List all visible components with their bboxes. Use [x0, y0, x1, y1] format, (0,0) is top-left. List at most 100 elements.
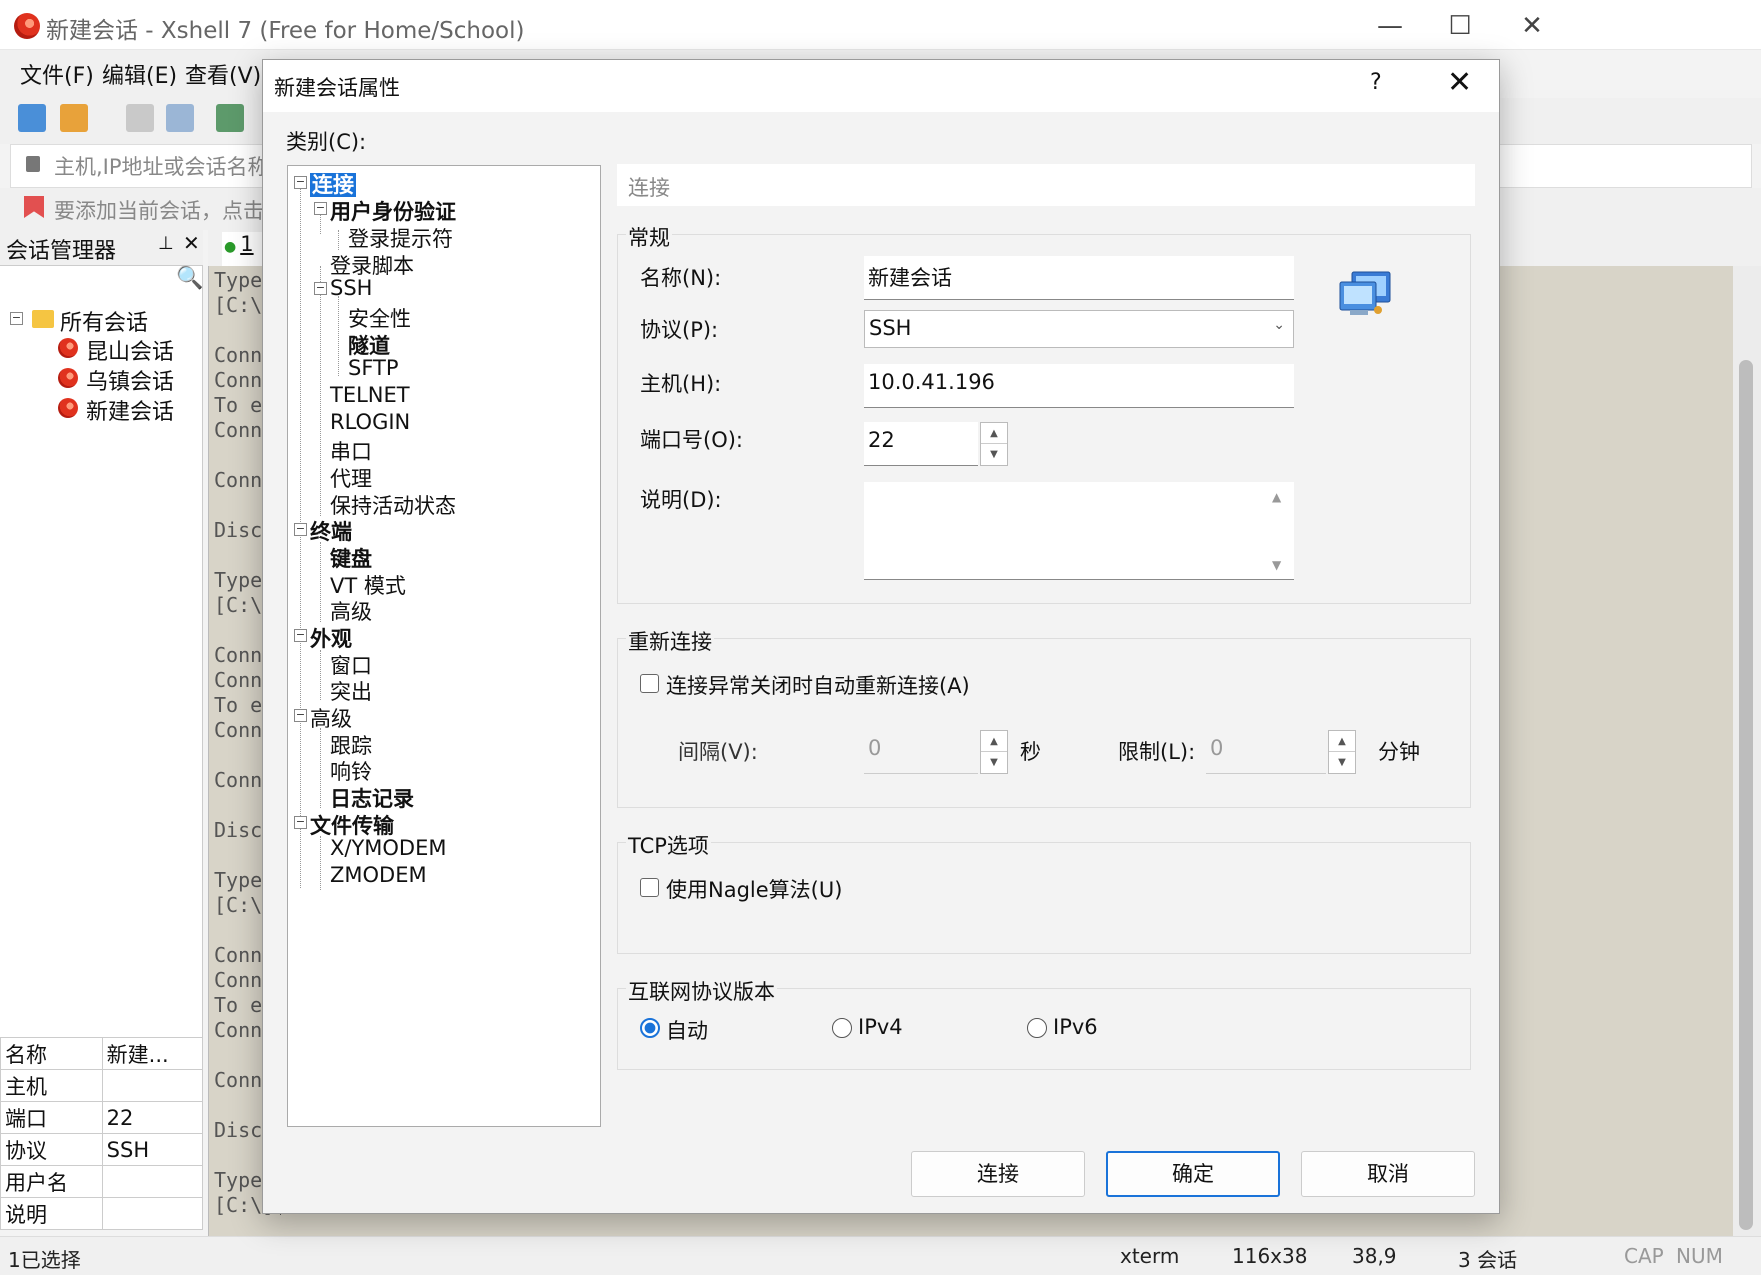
properties-icon[interactable] — [216, 104, 244, 132]
prop-value: SSH — [101, 1133, 204, 1166]
cat-auth[interactable]: 用户身份验证 — [330, 196, 456, 226]
cat-proxy[interactable]: 代理 — [330, 463, 372, 493]
maximize-button[interactable]: ☐ — [1422, 6, 1498, 46]
spin-up-icon[interactable]: ▲ — [981, 423, 1007, 444]
status-cursor: 38,9 — [1352, 1244, 1397, 1268]
port-input[interactable]: 22 — [864, 422, 978, 466]
cat-connection[interactable]: 连接 — [310, 169, 356, 199]
ipv4-radio[interactable] — [832, 1018, 852, 1038]
auto-reconnect-label[interactable]: 连接异常关闭时自动重新连接(A) — [666, 670, 970, 700]
cat-logging[interactable]: 日志记录 — [330, 783, 414, 813]
interval-input[interactable]: 0 — [864, 730, 978, 774]
minimize-button[interactable]: — — [1352, 6, 1428, 46]
spin-down-icon[interactable]: ▼ — [981, 752, 1007, 773]
protocol-select[interactable]: SSH ⌄ — [864, 310, 1294, 348]
cat-telnet[interactable]: TELNET — [330, 383, 410, 407]
ipv4-label[interactable]: IPv4 — [858, 1015, 903, 1039]
port-label: 端口号(O): — [640, 428, 743, 452]
dialog-close-button[interactable]: ✕ — [1447, 65, 1472, 100]
cat-zmodem[interactable]: ZMODEM — [330, 863, 427, 887]
tree-collapse-toggle[interactable]: − — [294, 523, 307, 536]
status-num: NUM — [1676, 1244, 1723, 1268]
spin-down-icon[interactable]: ▼ — [981, 444, 1007, 465]
session-icon — [58, 338, 78, 358]
prop-key: 名称 — [0, 1037, 103, 1070]
scrollbar-thumb[interactable] — [1739, 360, 1753, 1230]
cat-rlogin[interactable]: RLOGIN — [330, 410, 410, 434]
ok-button[interactable]: 确定 — [1106, 1151, 1280, 1197]
open-folder-icon[interactable] — [60, 104, 88, 132]
interval-label: 间隔(V): — [678, 740, 758, 764]
tree-collapse-toggle[interactable]: − — [10, 312, 23, 325]
disconnect-icon[interactable] — [166, 104, 194, 132]
network-computers-icon — [1339, 271, 1391, 315]
session-item[interactable]: 乌镇会话 — [86, 364, 174, 396]
ipv6-radio[interactable] — [1027, 1018, 1047, 1038]
spin-up-icon[interactable]: ▲ — [981, 731, 1007, 752]
session-item[interactable]: 昆山会话 — [86, 334, 174, 366]
table-row: 名称 新建... — [0, 1037, 204, 1070]
cancel-button[interactable]: 取消 — [1301, 1151, 1475, 1197]
cat-login-prompt[interactable]: 登录提示符 — [348, 223, 453, 253]
table-row: 用户名 — [0, 1165, 204, 1198]
description-textarea[interactable] — [864, 482, 1294, 580]
interval-stepper[interactable]: ▲ ▼ — [980, 730, 1008, 774]
cat-advanced[interactable]: 高级 — [310, 703, 352, 733]
prop-key: 主机 — [0, 1069, 103, 1102]
address-placeholder: 主机,IP地址或会话名称 — [54, 155, 269, 179]
terminal-tab-label: 1 — [240, 232, 254, 256]
new-session-icon[interactable] — [18, 104, 46, 132]
nagle-checkbox[interactable] — [640, 878, 659, 897]
tree-root-all-sessions[interactable]: 所有会话 — [60, 305, 148, 337]
cat-security[interactable]: 安全性 — [348, 303, 411, 333]
cat-highlight[interactable]: 突出 — [330, 676, 372, 706]
spin-up-icon[interactable]: ▲ — [1329, 731, 1355, 752]
prop-key: 用户名 — [0, 1165, 103, 1198]
cat-keyboard[interactable]: 键盘 — [330, 543, 372, 573]
pin-icon[interactable]: ⊥ — [158, 233, 174, 254]
port-stepper[interactable]: ▲ ▼ — [980, 422, 1008, 466]
host-input[interactable]: 10.0.41.196 — [864, 364, 1294, 408]
ipv6-label[interactable]: IPv6 — [1053, 1015, 1098, 1039]
cat-terminal[interactable]: 终端 — [310, 516, 352, 546]
prop-value — [101, 1069, 204, 1102]
close-panel-icon[interactable]: ✕ — [183, 231, 200, 255]
scroll-up-icon[interactable]: ▲ — [1272, 490, 1281, 504]
tree-collapse-toggle[interactable]: − — [294, 816, 307, 829]
connect-button[interactable]: 连接 — [911, 1151, 1085, 1197]
ip-auto-radio[interactable] — [640, 1018, 660, 1038]
cat-appearance[interactable]: 外观 — [310, 623, 352, 653]
menu-edit[interactable]: 编辑(E) — [102, 58, 177, 90]
search-icon[interactable]: 🔍 — [176, 266, 203, 291]
close-window-button[interactable]: ✕ — [1494, 6, 1570, 46]
tree-collapse-toggle[interactable]: − — [294, 176, 307, 189]
help-button[interactable]: ? — [1370, 70, 1382, 95]
tree-collapse-toggle[interactable]: − — [294, 709, 307, 722]
cat-bell[interactable]: 响铃 — [330, 756, 372, 786]
auto-reconnect-checkbox[interactable] — [640, 674, 659, 693]
cat-serial[interactable]: 串口 — [330, 436, 372, 466]
menu-file[interactable]: 文件(F) — [20, 58, 94, 90]
limit-stepper[interactable]: ▲ ▼ — [1328, 730, 1356, 774]
reconnect-icon[interactable] — [126, 104, 154, 132]
limit-input[interactable]: 0 — [1206, 730, 1326, 774]
cat-sftp[interactable]: SFTP — [348, 356, 399, 380]
spin-down-icon[interactable]: ▼ — [1329, 752, 1355, 773]
session-item[interactable]: 新建会话 — [86, 394, 174, 426]
category-tree[interactable]: − 连接 − 用户身份验证 登录提示符 登录脚本 − SSH 安全性 隧道 SF… — [287, 165, 601, 1127]
cat-xymodem[interactable]: X/YMODEM — [330, 836, 447, 860]
status-term-type: xterm — [1120, 1244, 1180, 1268]
scroll-down-icon[interactable]: ▼ — [1272, 558, 1281, 572]
cat-terminal-advanced[interactable]: 高级 — [330, 596, 372, 626]
menu-view[interactable]: 查看(V) — [185, 58, 261, 90]
chevron-down-icon: ⌄ — [1273, 317, 1285, 333]
name-input[interactable]: 新建会话 — [864, 256, 1294, 300]
dialog-titlebar — [263, 60, 1499, 112]
cat-ssh[interactable]: SSH — [330, 276, 372, 300]
prop-value — [101, 1165, 204, 1198]
nagle-label[interactable]: 使用Nagle算法(U) — [666, 874, 842, 904]
tree-collapse-toggle[interactable]: − — [294, 629, 307, 642]
tree-collapse-toggle[interactable]: − — [314, 202, 327, 215]
ip-auto-label[interactable]: 自动 — [666, 1015, 708, 1045]
tree-collapse-toggle[interactable]: − — [314, 282, 327, 295]
